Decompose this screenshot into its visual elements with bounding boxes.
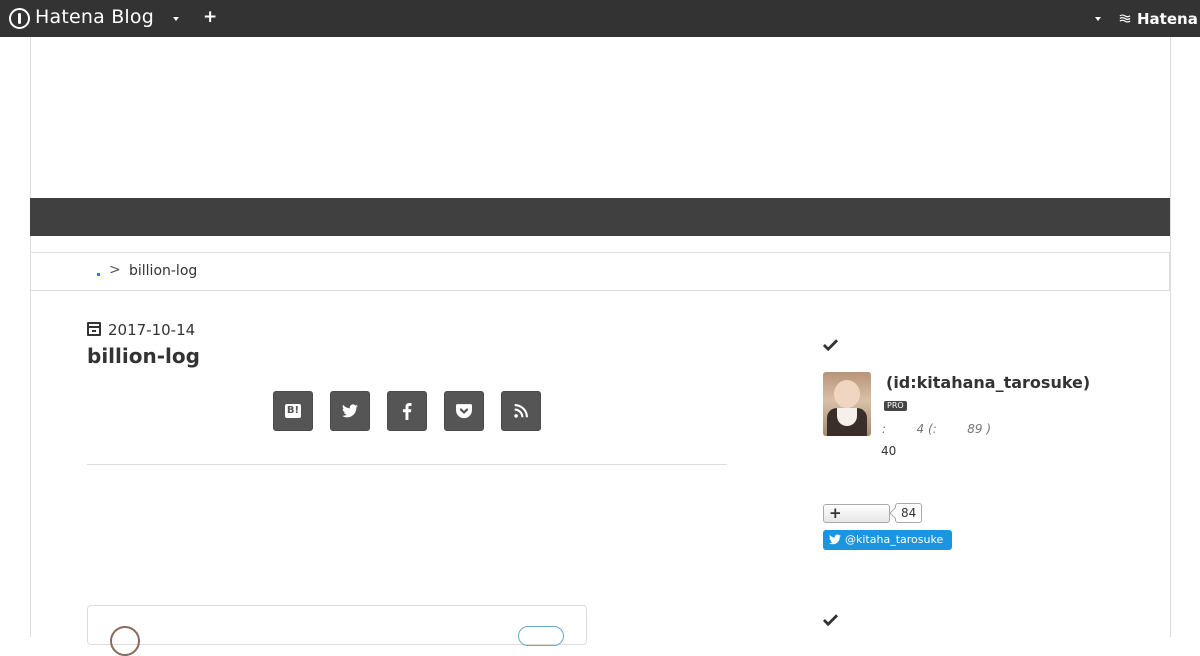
breadcrumb-home-link[interactable] [97,273,100,276]
hatena-blog-logo-text[interactable]: Hatena Blog [35,6,154,28]
author-card [87,605,587,656]
rss-icon [514,404,528,418]
profile-avatar[interactable] [823,372,871,436]
twitter-follow-button[interactable]: @kitaha_tarosuke [823,530,952,550]
hatena-logo-link[interactable]: Hatena [1137,10,1198,28]
calendar-icon [87,322,101,336]
post-date[interactable]: 2017-10-14 [108,321,195,339]
pro-badge: PRO [884,401,907,411]
profile-section-check-icon [823,339,838,351]
new-post-button[interactable]: + [203,9,217,26]
next-section-check-icon [823,614,838,626]
share-hatena-bookmark-button[interactable]: B! [273,391,313,431]
hatena-blog-logo-icon[interactable] [9,8,30,29]
article-divider [87,464,727,465]
hatena-wave-icon [1119,14,1131,23]
breadcrumb-current: billion-log [129,263,198,279]
author-follow-pill[interactable] [518,626,564,646]
share-pocket-button[interactable] [444,391,484,431]
top-navigation-bar: Hatena Blog + Hatena [0,0,1200,37]
reader-follow-button[interactable]: + [823,504,890,523]
profile-count: 40 [881,444,897,458]
hatena-bookmark-icon: B! [284,404,302,418]
blog-menu-chevron-down-icon[interactable] [173,17,179,21]
breadcrumb: > billion-log [30,252,1170,291]
profile-user-id[interactable]: (id:kitahana_tarosuke) [886,373,1090,392]
blog-container [30,37,1171,637]
facebook-icon [402,402,412,420]
twitter-icon [342,404,358,418]
twitter-bird-icon [829,534,841,545]
share-rss-button[interactable] [501,391,541,431]
share-twitter-button[interactable] [330,391,370,431]
post-title[interactable]: billion-log [87,344,200,368]
pocket-icon [456,403,472,418]
profile-stats: : 4 (: 89 ) [882,422,992,436]
share-facebook-button[interactable] [387,391,427,431]
twitter-handle: @kitaha_tarosuke [845,533,944,546]
author-avatar[interactable] [110,626,140,656]
breadcrumb-separator: > [109,262,121,278]
account-menu-chevron-down-icon[interactable] [1095,17,1101,21]
blog-header-band [30,198,1170,236]
reader-count-badge: 84 [895,503,923,523]
plus-icon: + [829,504,842,522]
